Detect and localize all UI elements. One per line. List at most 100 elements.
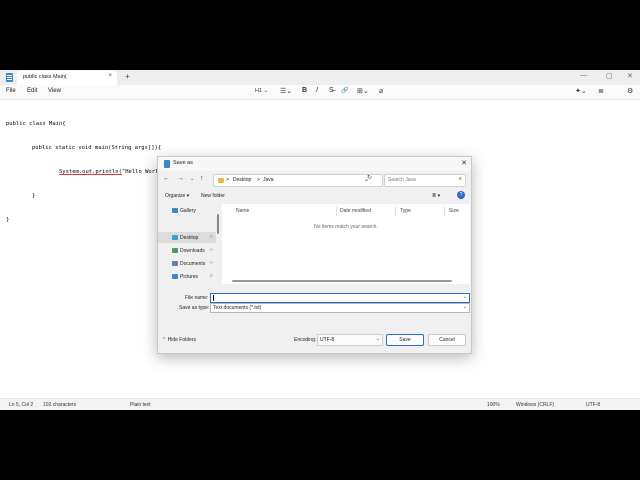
file-name-label: File name: — [185, 295, 209, 301]
view-options-button[interactable]: ≣ ▾ — [432, 193, 440, 199]
column-divider[interactable] — [444, 207, 445, 216]
help-icon[interactable]: ? — [457, 191, 465, 199]
status-bar: Ln 5, Col 2 102 characters Plain text 10… — [0, 398, 640, 410]
nav-item-pictures[interactable]: Pictures ⊹ — [158, 271, 216, 282]
spelling-error: System.out.println( — [59, 169, 122, 175]
navigation-pane: Gallery Desktop ⊹ Downloads ⊹ Documents … — [158, 204, 220, 284]
forward-arrow-icon[interactable]: → — [177, 175, 184, 182]
save-button[interactable]: Save — [386, 334, 424, 346]
close-tab-icon[interactable]: × — [108, 73, 112, 79]
notepad-icon — [6, 73, 13, 82]
code-line: public class Main{ — [6, 121, 66, 127]
hide-folders-button[interactable]: ⌃ Hide Folders — [162, 337, 196, 343]
nav-item-label: Gallery — [180, 208, 196, 214]
maximize-button[interactable]: ▢ — [606, 72, 613, 80]
code-line: public static void main(String args[]){ — [32, 145, 162, 151]
tab-title: public class Main{ — [23, 74, 67, 80]
nav-item-label: Pictures — [180, 274, 199, 280]
menu-bar: File Edit View H1 ⌄ ☰⌄ B I S̶ 🔗 ⊞⌄ ⌀ ✦⌄ … — [0, 85, 640, 100]
recent-chevron-icon[interactable]: ⌄ — [190, 176, 194, 182]
empty-message: No items match your search. — [314, 224, 378, 230]
column-divider[interactable] — [395, 207, 396, 216]
column-header-size[interactable]: Size — [449, 208, 459, 214]
document-tab[interactable]: public class Main{ × — [17, 71, 117, 85]
menu-edit[interactable]: Edit — [27, 88, 37, 94]
dialog-close-icon[interactable]: ✕ — [461, 159, 467, 167]
save-as-type-label: Save as type: — [179, 305, 210, 311]
minimize-button[interactable]: — — [580, 72, 587, 79]
menu-view[interactable]: View — [48, 88, 61, 94]
file-name-input[interactable]: ⌄ — [210, 293, 470, 303]
copilot-icon[interactable]: ✦⌄ — [575, 87, 587, 95]
folder-icon — [218, 178, 224, 183]
nav-item-label: Documents — [180, 261, 206, 267]
search-box[interactable]: Search Java ⌕ — [384, 174, 466, 187]
save-as-dialog: Save as ✕ ← → ⌄ ↑ > Desktop > Java ⌄ ↻ S… — [157, 156, 472, 354]
hide-folders-label: Hide Folders — [167, 337, 196, 343]
heading-select[interactable]: H1 ⌄ — [255, 88, 268, 94]
new-folder-button[interactable]: New folder — [201, 193, 225, 199]
encoding-value: UTF-8 — [320, 337, 335, 343]
nav-item-documents[interactable]: Documents ⊹ — [158, 258, 216, 269]
save-as-type-select[interactable]: Text documents (*.txt) ⌄ — [210, 303, 470, 313]
documents-icon — [172, 261, 178, 266]
nav-item-label: Downloads — [180, 248, 205, 254]
nav-item-downloads[interactable]: Downloads ⊹ — [158, 245, 216, 256]
encoding-status: UTF-8 — [586, 402, 601, 408]
strikethrough-icon[interactable]: S̶ — [329, 87, 334, 94]
clear-format-icon[interactable]: ⌀ — [379, 87, 383, 95]
chevron-down-icon[interactable]: ⌄ — [463, 294, 467, 300]
crumb-separator: > — [226, 177, 229, 183]
command-bar: Organize ▾ New folder ≣ ▾ ? — [158, 190, 471, 202]
pin-icon: ⊹ — [209, 273, 214, 279]
chevron-down-icon: ⌄ — [375, 336, 380, 342]
link-icon[interactable]: 🔗 — [341, 87, 348, 94]
breadcrumb-java[interactable]: Java — [263, 177, 274, 183]
address-bar[interactable]: > Desktop > Java ⌄ — [213, 174, 383, 187]
list-icon[interactable]: ☰⌄ — [280, 87, 292, 95]
chevron-down-icon: ⌄ — [462, 304, 467, 310]
editor-area[interactable]: public class Main{ public static void ma… — [6, 104, 175, 240]
settings-icon[interactable]: ⚙ — [627, 87, 633, 95]
nav-item-desktop[interactable]: Desktop ⊹ — [158, 232, 216, 243]
pin-icon: ⊹ — [209, 234, 214, 240]
new-tab-button[interactable]: + — [125, 72, 130, 81]
italic-icon[interactable]: I — [316, 87, 318, 94]
code-line: } — [6, 217, 10, 223]
encoding-select[interactable]: UTF-8 ⌄ — [317, 334, 383, 346]
horizontal-scrollbar[interactable] — [232, 280, 452, 282]
pictures-icon — [172, 274, 178, 279]
bold-icon[interactable]: B — [302, 87, 307, 94]
outline-icon[interactable]: ≣ — [598, 87, 604, 95]
refresh-icon[interactable]: ↻ — [367, 174, 372, 181]
cancel-button[interactable]: Cancel — [428, 334, 466, 346]
file-list[interactable]: Name Date modified Type Size No items ma… — [222, 204, 470, 284]
up-arrow-icon[interactable]: ↑ — [200, 175, 204, 182]
text-format: Plain text — [130, 402, 151, 408]
navigation-scrollbar[interactable] — [217, 214, 219, 234]
back-arrow-icon[interactable]: ← — [163, 175, 170, 182]
pin-icon: ⊹ — [209, 260, 214, 266]
breadcrumb-desktop[interactable]: Desktop — [233, 177, 251, 183]
title-bar: public class Main{ × + — ▢ ✕ — [0, 70, 640, 85]
pin-icon: ⊹ — [209, 247, 214, 253]
line-ending: Windows (CRLF) — [516, 402, 555, 408]
save-as-type-value: Text documents (*.txt) — [213, 305, 262, 311]
column-divider[interactable] — [336, 207, 337, 216]
table-icon[interactable]: ⊞⌄ — [357, 87, 369, 95]
menu-file[interactable]: File — [6, 88, 16, 94]
nav-item-gallery[interactable]: Gallery — [158, 205, 216, 216]
notepad-icon — [164, 160, 170, 168]
notepad-window: public class Main{ × + — ▢ ✕ File Edit V… — [0, 70, 640, 410]
close-window-button[interactable]: ✕ — [627, 72, 633, 80]
search-icon: ⌕ — [458, 176, 462, 182]
search-placeholder: Search Java — [388, 177, 416, 183]
organize-button[interactable]: Organize ▾ — [165, 193, 189, 199]
column-header-name[interactable]: Name — [236, 208, 249, 214]
dialog-title: Save as — [173, 160, 193, 166]
nav-item-label: Desktop — [180, 235, 199, 241]
column-header-date[interactable]: Date modified — [340, 208, 371, 214]
cursor-position: Ln 5, Col 2 — [9, 402, 34, 408]
column-header-type[interactable]: Type — [400, 208, 411, 214]
gallery-icon — [172, 208, 178, 213]
